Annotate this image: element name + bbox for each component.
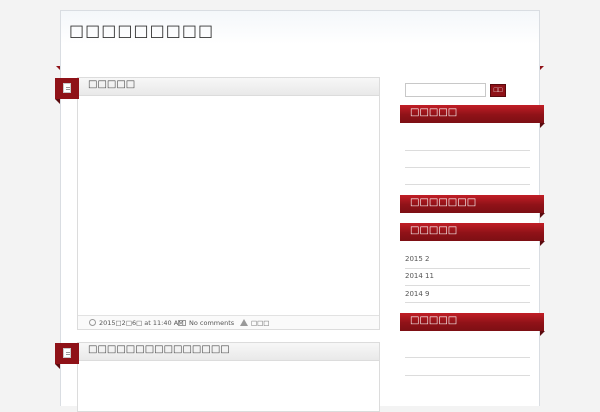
archive-link[interactable]: 2014 11 xyxy=(405,272,434,280)
archive-link[interactable]: 2015 2 xyxy=(405,255,430,263)
clock-icon xyxy=(89,319,96,326)
widget-divider xyxy=(405,150,530,151)
post-comments-text[interactable]: No comments xyxy=(189,319,234,327)
post-badge xyxy=(55,78,79,104)
widget-title: □□□□□□□ xyxy=(410,197,477,208)
search-button[interactable]: □□ xyxy=(490,84,506,97)
user-icon xyxy=(240,319,248,326)
widget-divider xyxy=(405,375,530,376)
widget-header: □□□□□ xyxy=(400,105,545,128)
widget-title: □□□□□ xyxy=(410,107,458,118)
wrapper-corner-left xyxy=(56,66,60,70)
search-input[interactable] xyxy=(405,83,486,97)
post-card: □□□□□ 2015□2□6□ at 11:40 AM No comments … xyxy=(55,77,380,330)
widget-divider xyxy=(405,268,530,269)
widget-title: □□□□□ xyxy=(410,225,458,236)
widget-divider xyxy=(405,167,530,168)
archive-link[interactable]: 2014 9 xyxy=(405,290,430,298)
widget-header: □□□□□ xyxy=(400,313,545,336)
post-date-text: 2015□2□6□ at 11:40 AM xyxy=(99,319,184,327)
site-title[interactable]: □□□□□□□□□ xyxy=(69,21,214,40)
document-icon xyxy=(63,83,71,93)
post-badge xyxy=(55,343,79,369)
site-header: □□□□□□□□□ xyxy=(60,10,540,66)
wrapper-corner-right xyxy=(540,66,544,70)
widget-header: □□□□□ xyxy=(400,223,545,246)
widget-title: □□□□□ xyxy=(410,315,458,326)
document-icon xyxy=(63,348,71,358)
widget-divider xyxy=(405,357,530,358)
post-author-text[interactable]: □□□ xyxy=(251,319,269,327)
post-title-bar: □□□□□□□□□□□□□□□ xyxy=(55,343,379,369)
post-meta: 2015□2□6□ at 11:40 AM No comments □□□ xyxy=(78,315,379,329)
mail-icon xyxy=(178,320,186,326)
post-comments[interactable]: No comments xyxy=(178,319,234,327)
post-title-bar: □□□□□ xyxy=(55,78,379,104)
post-title[interactable]: □□□□□ xyxy=(88,79,135,90)
widget-divider xyxy=(405,285,530,286)
post-card: □□□□□□□□□□□□□□□ xyxy=(55,342,380,412)
post-date: 2015□2□6□ at 11:40 AM xyxy=(89,319,184,327)
post-author[interactable]: □□□ xyxy=(240,319,269,327)
widget-divider xyxy=(405,302,530,303)
widget-header: □□□□□□□ xyxy=(400,195,545,218)
post-title[interactable]: □□□□□□□□□□□□□□□ xyxy=(88,344,230,355)
widget-divider xyxy=(405,184,530,185)
